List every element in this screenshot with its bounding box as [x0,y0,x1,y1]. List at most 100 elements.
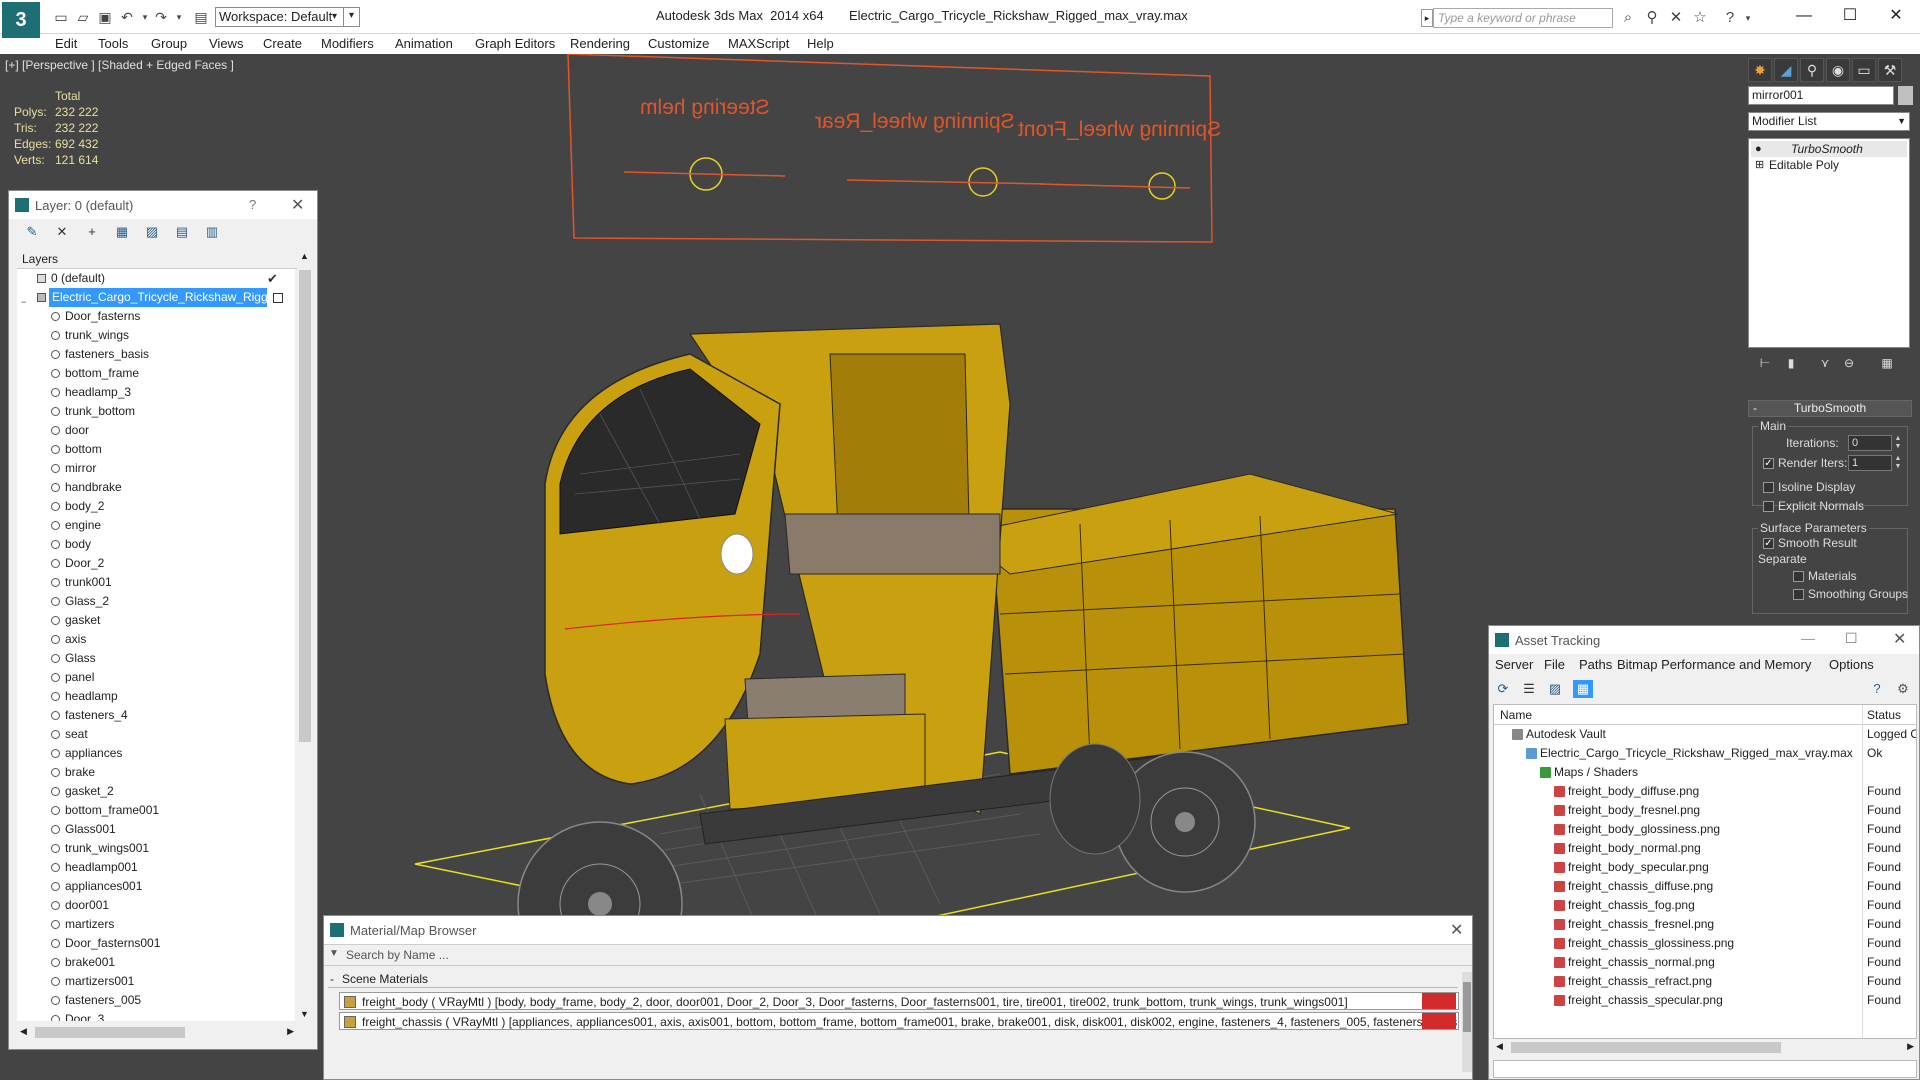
object-color-swatch[interactable] [1898,86,1913,105]
materials-checkbox[interactable] [1793,571,1804,582]
layer-object-row[interactable]: Door_fasterns001 [17,934,295,953]
asset-row[interactable]: freight_body_fresnel.png Found [1494,801,1916,820]
close-button[interactable]: ✕ [1893,629,1906,649]
asset-row[interactable]: freight_chassis_diffuse.png Found [1494,877,1916,896]
layer-object-row[interactable]: fasteners_005 [17,991,295,1010]
layer-explorer-titlebar[interactable]: Layer: 0 (default) ? ✕ [9,191,317,219]
utilities-tab-icon[interactable]: ⚒ [1878,58,1902,82]
layer-object-row[interactable]: Glass_2 [17,592,295,611]
highlight-layer-icon[interactable]: ▨ [143,224,161,240]
layer-object-row[interactable]: panel [17,668,295,687]
create-tab-icon[interactable]: ✸ [1748,58,1772,82]
layer-object-row[interactable]: bottom_frame001 [17,801,295,820]
layer-object-row[interactable]: trunk_bottom [17,402,295,421]
redo-dropdown-icon[interactable]: ▾ [170,9,188,25]
layer-object-row[interactable]: engine [17,516,295,535]
scroll-thumb[interactable] [1511,1042,1781,1053]
search-expand-icon[interactable]: ▸ [1421,9,1433,27]
asset-row[interactable]: freight_chassis_refract.png Found [1494,972,1916,991]
layer-object-row[interactable]: fasteners_basis [17,345,295,364]
hierarchy-tab-icon[interactable]: ⚲ [1800,58,1824,82]
asset-row[interactable]: freight_chassis_normal.png Found [1494,953,1916,972]
layer-object-row[interactable]: Glass [17,649,295,668]
material-search-input[interactable]: Search by Name ... [346,947,1446,964]
add-to-layer-icon[interactable]: + [83,224,101,240]
asset-row[interactable]: freight_body_glossiness.png Found [1494,820,1916,839]
close-icon[interactable]: ✕ [291,195,304,215]
layer-vertical-scrollbar[interactable]: ▲ ▼ [297,250,313,1021]
close-button[interactable]: ✕ [1450,920,1463,940]
asset-horizontal-scrollbar[interactable]: ◀ ▶ [1493,1039,1917,1056]
help-icon[interactable]: ? [1867,680,1887,698]
star-icon[interactable]: ☆ [1690,9,1710,27]
menu-views[interactable]: Views [209,36,243,51]
current-layer-box[interactable] [273,293,283,303]
render-iters-spinner[interactable]: 1 [1848,455,1892,471]
asset-tracking-titlebar[interactable]: Asset Tracking — ☐ ✕ [1489,626,1919,654]
motion-tab-icon[interactable]: ◉ [1826,58,1850,82]
rollout-header[interactable]: - TurboSmooth [1748,400,1912,417]
maximize-button[interactable]: ☐ [1845,630,1858,647]
layer-object-row[interactable]: Door_3 [17,1010,295,1021]
asset-row[interactable]: freight_chassis_glossiness.png Found [1494,934,1916,953]
layer-object-row[interactable]: trunk_wings001 [17,839,295,858]
search-input[interactable]: Type a keyword or phrase [1433,8,1613,28]
binoculars-icon[interactable]: ⌕ [1618,9,1638,27]
menu-group[interactable]: Group [151,36,187,51]
modifier-list-dropdown[interactable]: Modifier List ▼ [1748,112,1910,131]
stack-item-editable-poly[interactable]: ⊞ Editable Poly [1751,157,1907,173]
layer-object-row[interactable]: fasteners_4 [17,706,295,725]
layer-object-row[interactable]: body [17,535,295,554]
layer-object-row[interactable]: gasket [17,611,295,630]
menu-animation[interactable]: Animation [395,36,453,51]
workspace-dropdown-button[interactable]: ▾ [343,7,359,27]
asset-row[interactable]: freight_chassis_fog.png Found [1494,896,1916,915]
layer-object-row[interactable]: axis [17,630,295,649]
layer-object-row[interactable]: Door_fasterns [17,307,295,326]
layer-horizontal-scrollbar[interactable]: ◀ ▶ [17,1024,297,1041]
lightbulb-icon[interactable]: ● [1755,141,1762,157]
layer-object-row[interactable]: seat [17,725,295,744]
asset-row[interactable]: Maps / Shaders [1494,763,1916,782]
spinner-arrows-icon[interactable]: ▲ ▼ [1893,455,1903,471]
menu-help[interactable]: Help [807,36,834,51]
refresh-icon[interactable]: ⟳ [1493,680,1513,698]
column-name[interactable]: Name [1500,708,1532,722]
asset-row[interactable]: freight_body_specular.png Found [1494,858,1916,877]
help-icon[interactable]: ? [249,197,256,212]
layer-object-row[interactable]: gasket_2 [17,782,295,801]
material-row-freight-body[interactable]: freight_body ( VRayMtl ) [body, body_fra… [339,992,1459,1010]
help-icon[interactable]: ? [1720,9,1740,27]
menu-maxscript[interactable]: MAXScript [728,36,789,51]
undo-icon[interactable]: ↶ [118,9,136,25]
new-layer-icon[interactable]: ✎ [23,224,41,240]
scroll-thumb[interactable] [35,1027,185,1038]
search-icon[interactable]: ⚲ [1642,9,1662,27]
pin-stack-icon[interactable]: ⊢ [1754,354,1776,372]
layers-column-header[interactable]: Layers [17,250,297,269]
layer-object-row[interactable]: door [17,421,295,440]
column-status[interactable]: Status [1867,708,1901,722]
isoline-display-checkbox[interactable] [1763,482,1774,493]
scroll-down-icon[interactable]: ▼ [300,1009,309,1019]
freeze-layers-icon[interactable]: ▥ [203,224,221,240]
menu-modifiers[interactable]: Modifiers [321,36,374,51]
minimize-button[interactable]: — [1784,4,1824,28]
material-browser-titlebar[interactable]: Material/Map Browser ✕ [324,916,1472,944]
select-in-layer-icon[interactable]: ▦ [113,224,131,240]
layer-object-row[interactable]: mirror [17,459,295,478]
asset-row[interactable]: Autodesk Vault Logged O [1494,725,1916,744]
layer-object-row[interactable]: trunk_wings [17,326,295,345]
show-end-result-icon[interactable]: ▮ [1780,354,1802,372]
list-view-icon[interactable]: ☰ [1519,680,1539,698]
material-vertical-scrollbar[interactable] [1462,972,1472,1072]
delete-layer-icon[interactable]: ✕ [53,224,71,240]
scene-materials-group[interactable]: - Scene Materials [328,972,1458,988]
iterations-spinner[interactable]: 0 [1848,435,1892,451]
close-button[interactable]: ✕ [1876,4,1916,28]
layer-object-row[interactable]: bottom [17,440,295,459]
project-folder-icon[interactable]: ▤ [192,9,210,25]
asset-menu-file[interactable]: File [1544,657,1565,672]
hide-layers-icon[interactable]: ▤ [173,224,191,240]
asset-row[interactable]: freight_body_diffuse.png Found [1494,782,1916,801]
